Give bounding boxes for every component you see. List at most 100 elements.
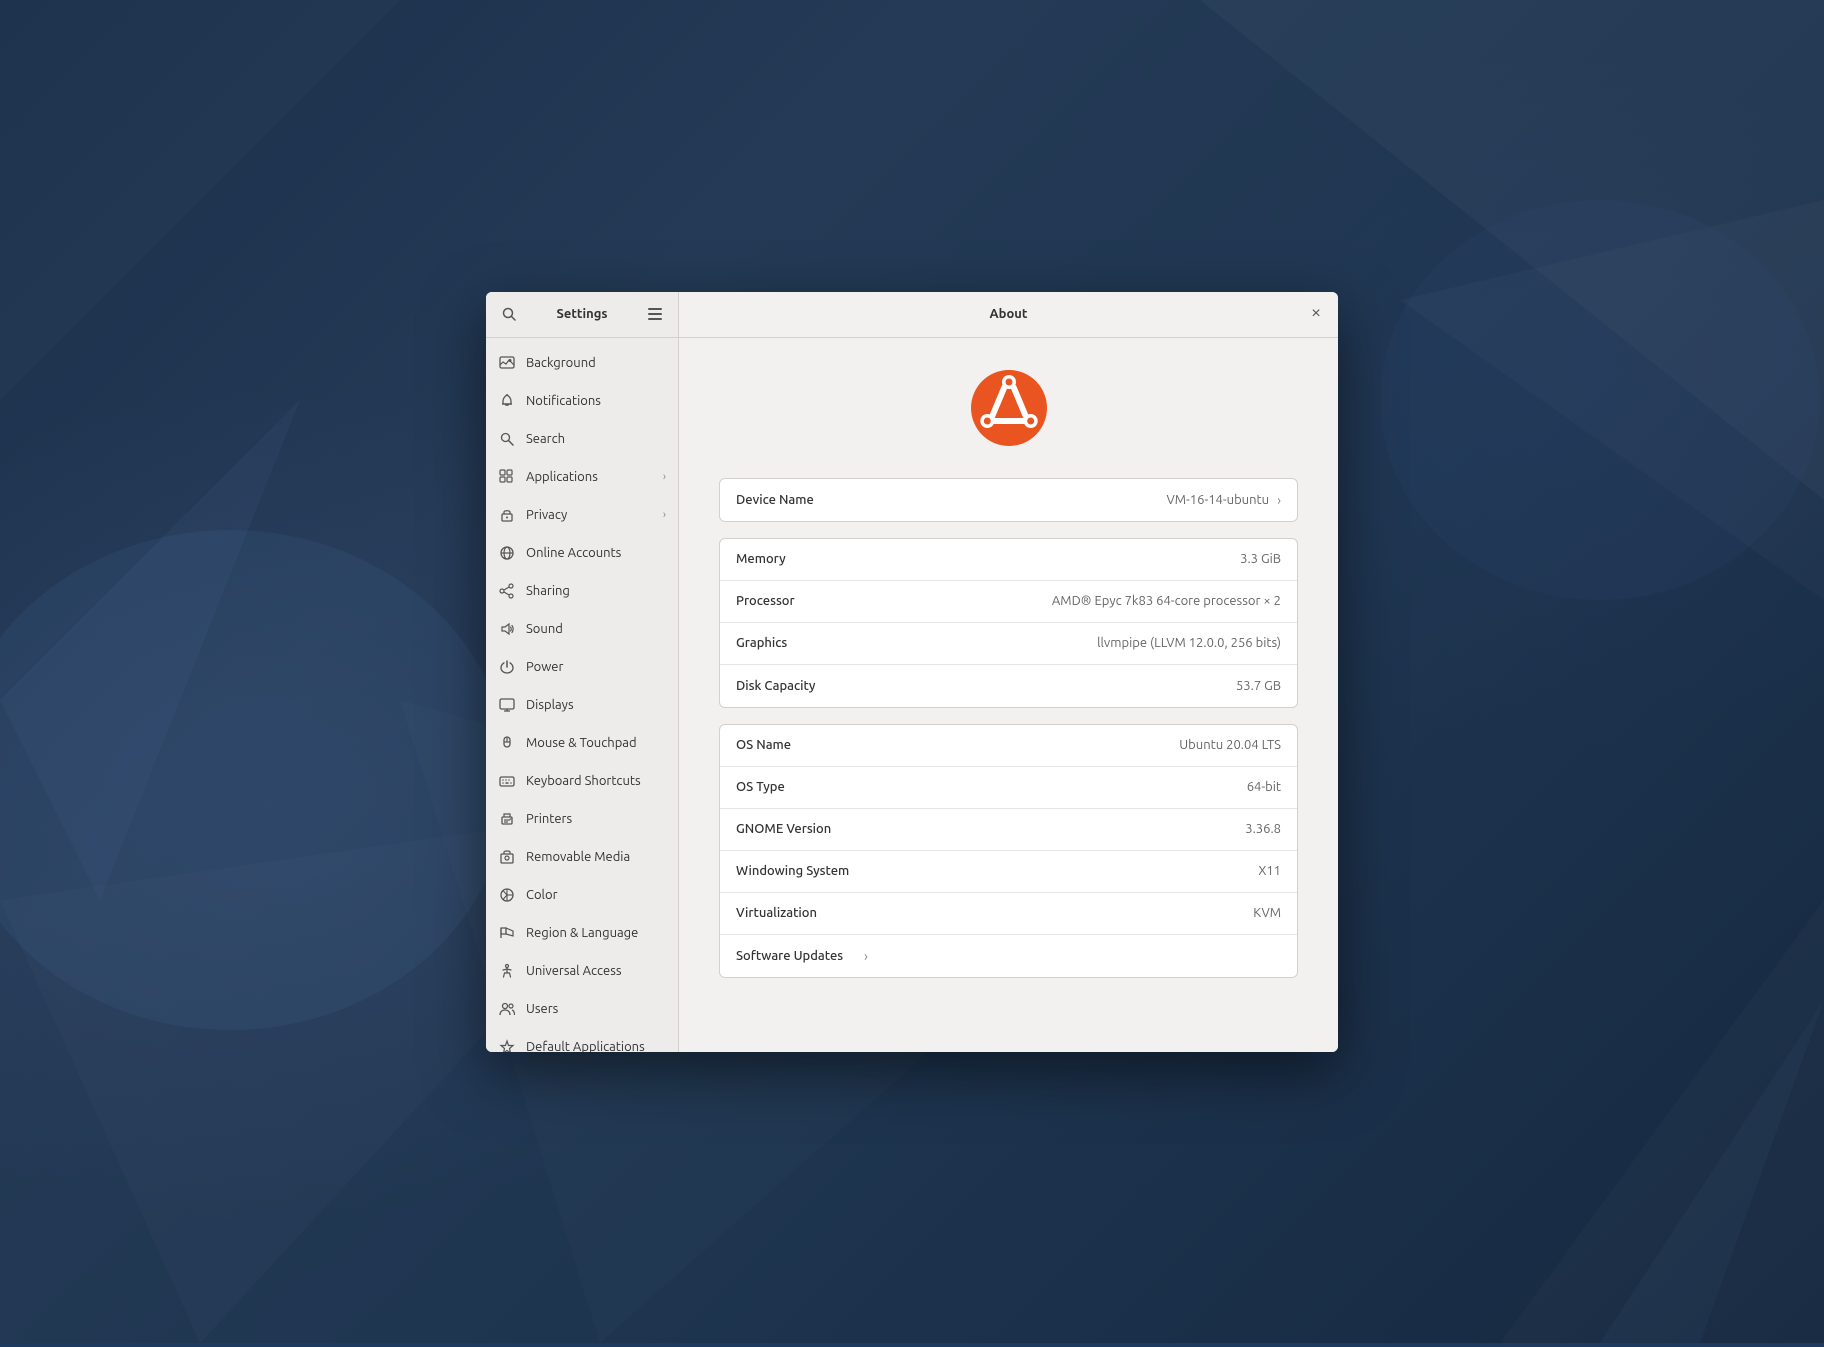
keyboard-shortcuts-label: Keyboard Shortcuts — [526, 774, 666, 788]
power-label: Power — [526, 660, 666, 674]
processor-value: AMD® Epyc 7k83 64-core processor × 2 — [856, 594, 1281, 608]
sidebar-item-mouse-touchpad[interactable]: Mouse & Touchpad — [486, 724, 678, 762]
sidebar-item-printers[interactable]: Printers — [486, 800, 678, 838]
disk-capacity-value: 53.7 GB — [856, 679, 1281, 693]
color-icon — [498, 886, 516, 904]
device-name-value: VM-16-14-ubuntu — [856, 493, 1269, 507]
software-updates-row[interactable]: Software Updates › — [720, 935, 1297, 977]
windowing-system-label: Windowing System — [736, 864, 856, 878]
sidebar-item-removable-media[interactable]: Removable Media — [486, 838, 678, 876]
notifications-label: Notifications — [526, 394, 666, 408]
device-name-card: Device Name VM-16-14-ubuntu › — [719, 478, 1298, 522]
applications-arrow: › — [663, 471, 666, 483]
os-name-row: OS Name Ubuntu 20.04 LTS — [720, 725, 1297, 767]
ubuntu-logo-wrapper — [719, 368, 1298, 448]
gnome-version-value: 3.36.8 — [856, 822, 1281, 836]
sidebar-title: Settings — [524, 307, 640, 321]
sidebar-item-displays[interactable]: Displays — [486, 686, 678, 724]
universal-access-icon — [498, 962, 516, 980]
menu-button[interactable] — [640, 299, 670, 329]
power-icon — [498, 658, 516, 676]
nav-items: Background Notifications — [486, 338, 678, 1052]
main-content: About × — [679, 292, 1338, 1052]
search-button[interactable] — [494, 299, 524, 329]
processor-label: Processor — [736, 594, 856, 608]
color-label: Color — [526, 888, 666, 902]
background-label: Background — [526, 356, 666, 370]
sidebar-item-sound[interactable]: Sound — [486, 610, 678, 648]
gnome-version-row: GNOME Version 3.36.8 — [720, 809, 1297, 851]
privacy-label: Privacy — [526, 508, 659, 522]
search-icon — [498, 430, 516, 448]
sidebar-item-sharing[interactable]: Sharing — [486, 572, 678, 610]
region-icon — [498, 924, 516, 942]
online-accounts-icon — [498, 544, 516, 562]
device-name-row[interactable]: Device Name VM-16-14-ubuntu › — [720, 479, 1297, 521]
os-type-label: OS Type — [736, 780, 856, 794]
sharing-label: Sharing — [526, 584, 666, 598]
sidebar-item-universal-access[interactable]: Universal Access — [486, 952, 678, 990]
sidebar-item-power[interactable]: Power — [486, 648, 678, 686]
memory-row: Memory 3.3 GiB — [720, 539, 1297, 581]
online-accounts-label: Online Accounts — [526, 546, 666, 560]
disk-capacity-row: Disk Capacity 53.7 GB — [720, 665, 1297, 707]
search-label: Search — [526, 432, 666, 446]
sidebar-item-region-language[interactable]: Region & Language — [486, 914, 678, 952]
sidebar-item-keyboard-shortcuts[interactable]: Keyboard Shortcuts — [486, 762, 678, 800]
sidebar-item-users[interactable]: Users — [486, 990, 678, 1028]
software-updates-arrow: › — [864, 948, 868, 964]
mouse-touchpad-label: Mouse & Touchpad — [526, 736, 666, 750]
hamburger-icon — [648, 308, 662, 320]
ubuntu-logo — [969, 368, 1049, 448]
graphics-row: Graphics llvmpipe (LLVM 12.0.0, 256 bits… — [720, 623, 1297, 665]
sidebar-item-search[interactable]: Search — [486, 420, 678, 458]
removable-media-icon — [498, 848, 516, 866]
sidebar-item-notifications[interactable]: Notifications — [486, 382, 678, 420]
virtualization-row: Virtualization KVM — [720, 893, 1297, 935]
privacy-icon — [498, 506, 516, 524]
sidebar-item-default-applications[interactable]: Default Applications — [486, 1028, 678, 1052]
sidebar-item-background[interactable]: Background — [486, 344, 678, 382]
content-body: Device Name VM-16-14-ubuntu › Memory 3.3… — [679, 338, 1338, 1052]
software-card: OS Name Ubuntu 20.04 LTS OS Type 64-bit … — [719, 724, 1298, 978]
sharing-icon — [498, 582, 516, 600]
displays-label: Displays — [526, 698, 666, 712]
os-name-label: OS Name — [736, 738, 856, 752]
applications-label: Applications — [526, 470, 659, 484]
processor-row: Processor AMD® Epyc 7k83 64-core process… — [720, 581, 1297, 623]
disk-capacity-label: Disk Capacity — [736, 679, 856, 693]
region-language-label: Region & Language — [526, 926, 666, 940]
close-button[interactable]: × — [1304, 302, 1328, 326]
hardware-card: Memory 3.3 GiB Processor AMD® Epyc 7k83 … — [719, 538, 1298, 708]
sidebar-item-applications[interactable]: Applications › — [486, 458, 678, 496]
users-icon — [498, 1000, 516, 1018]
background-icon — [498, 354, 516, 372]
universal-access-label: Universal Access — [526, 964, 666, 978]
applications-icon — [498, 468, 516, 486]
graphics-label: Graphics — [736, 636, 856, 650]
main-header-title: About — [990, 307, 1028, 321]
memory-value: 3.3 GiB — [856, 552, 1281, 566]
os-type-row: OS Type 64-bit — [720, 767, 1297, 809]
virtualization-value: KVM — [856, 906, 1281, 920]
sidebar-item-privacy[interactable]: Privacy › — [486, 496, 678, 534]
virtualization-label: Virtualization — [736, 906, 856, 920]
main-header: About × — [679, 292, 1338, 338]
sidebar-item-online-accounts[interactable]: Online Accounts — [486, 534, 678, 572]
device-name-label: Device Name — [736, 493, 856, 507]
removable-media-label: Removable Media — [526, 850, 666, 864]
notifications-icon — [498, 392, 516, 410]
sidebar-item-color[interactable]: Color — [486, 876, 678, 914]
windowing-system-value: X11 — [856, 864, 1281, 878]
device-name-arrow: › — [1277, 492, 1281, 508]
sidebar: Settings Background — [486, 292, 679, 1052]
default-applications-icon — [498, 1038, 516, 1052]
software-updates-label: Software Updates — [736, 949, 856, 963]
sound-label: Sound — [526, 622, 666, 636]
privacy-arrow: › — [663, 509, 666, 521]
os-name-value: Ubuntu 20.04 LTS — [856, 738, 1281, 752]
users-label: Users — [526, 1002, 666, 1016]
sidebar-header: Settings — [486, 292, 678, 338]
settings-window: Settings Background — [486, 292, 1338, 1052]
sound-icon — [498, 620, 516, 638]
